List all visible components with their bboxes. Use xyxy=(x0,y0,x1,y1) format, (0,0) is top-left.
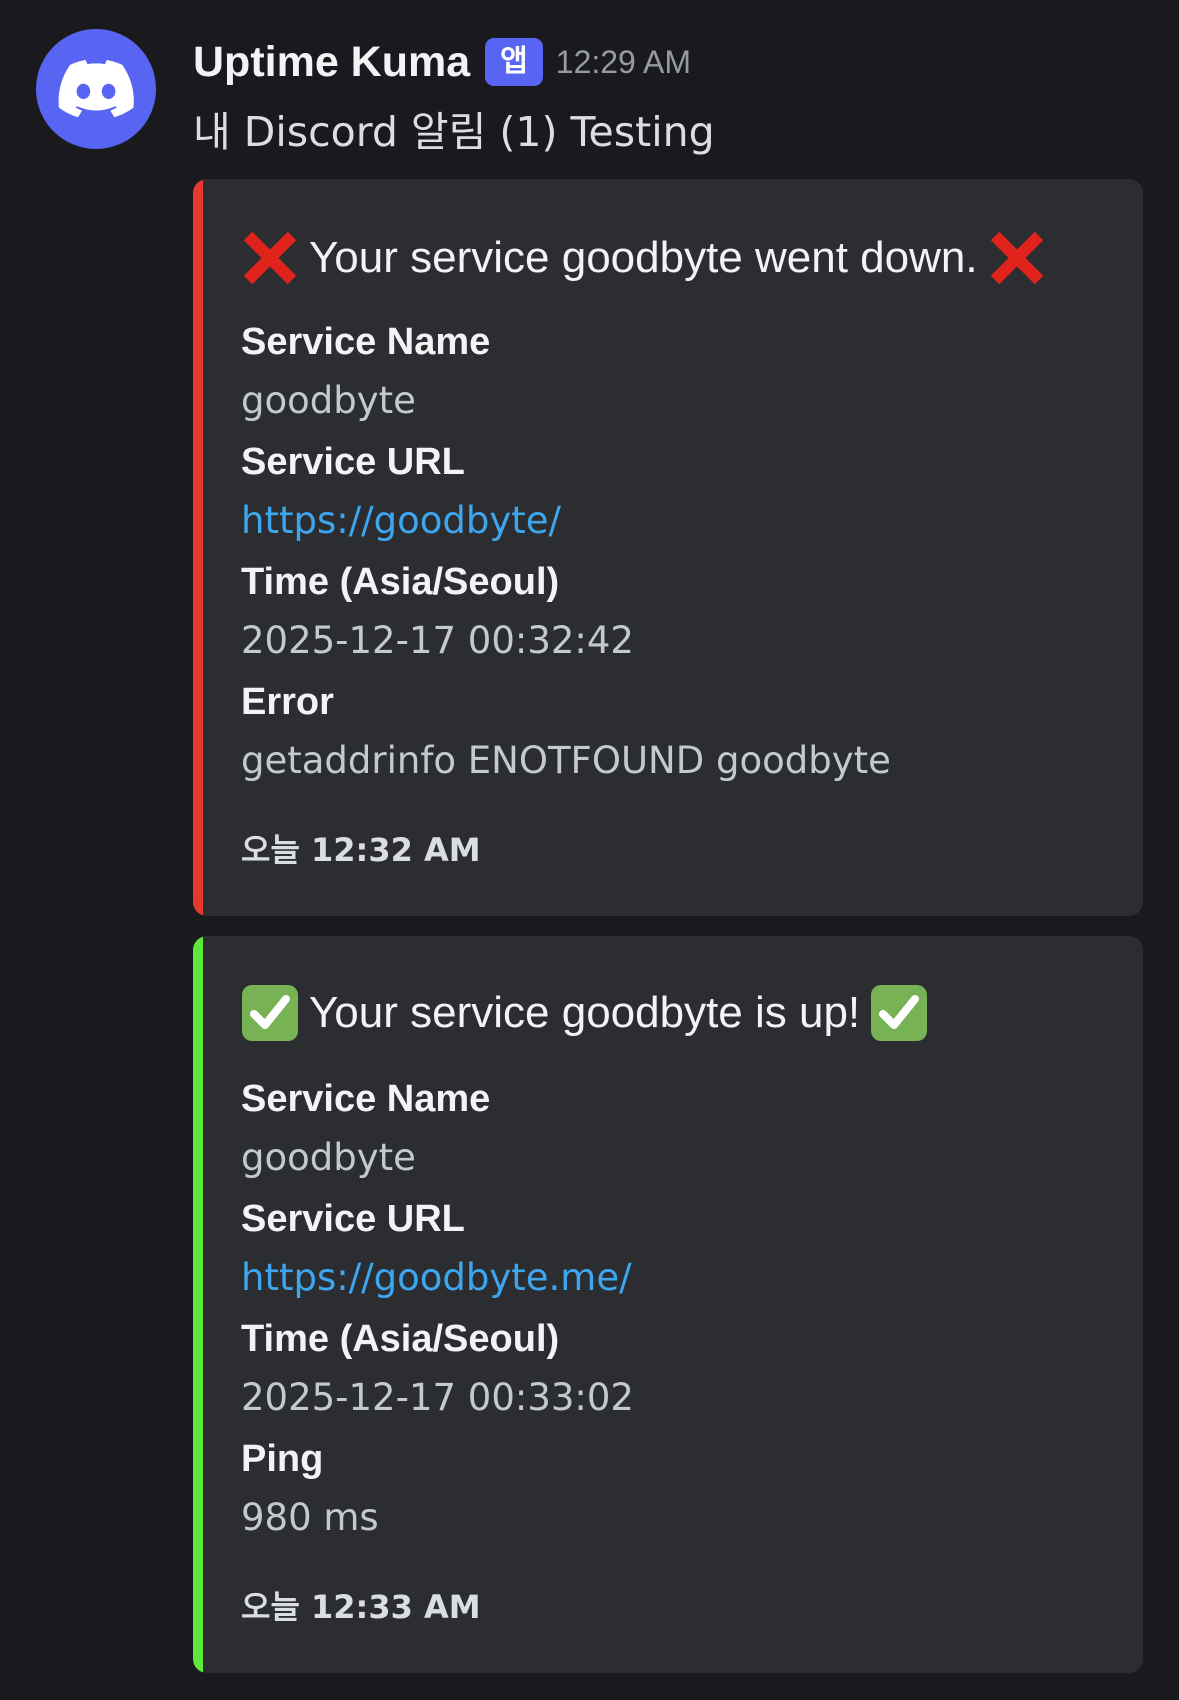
field-value: 980 ms xyxy=(241,1496,379,1539)
field-name: Service URL xyxy=(241,441,465,483)
check-mark-button-icon xyxy=(239,982,301,1044)
field-name: Service Name xyxy=(241,321,491,363)
embed-title-text: Your service goodbyte is up! xyxy=(309,988,861,1037)
service-url-link[interactable]: https://goodbyte.me/ xyxy=(241,1256,632,1299)
embed-title-text: Your service goodbyte went down. xyxy=(309,233,978,282)
check-mark-button-icon xyxy=(868,982,930,1044)
discord-avatar-icon[interactable] xyxy=(36,29,156,149)
field-name: Time (Asia/Seoul) xyxy=(241,561,560,603)
field-value: goodbyte xyxy=(241,379,416,422)
field-value: getaddrinfo ENOTFOUND goodbyte xyxy=(241,739,891,782)
field-name: Service Name xyxy=(241,1078,491,1120)
message-content: 내 Discord 알림 (1) Testing xyxy=(193,108,715,156)
embed-down: Your service goodbyte went down. Service… xyxy=(193,179,1143,916)
field-name: Service URL xyxy=(241,1198,465,1240)
embed-title: Your service goodbyte is up! xyxy=(239,978,930,1048)
embed-footer-timestamp: 오늘 12:32 AM xyxy=(241,831,481,869)
embed-up: Your service goodbyte is up! Service Nam… xyxy=(193,936,1143,1673)
app-badge: 앱 xyxy=(485,38,543,86)
cross-mark-icon xyxy=(986,227,1048,289)
field-name: Time (Asia/Seoul) xyxy=(241,1318,560,1360)
embed-footer-timestamp: 오늘 12:33 AM xyxy=(241,1588,481,1626)
message-timestamp: 12:29 AM xyxy=(555,43,691,80)
message-header: Uptime Kuma 앱 12:29 AM xyxy=(193,34,691,90)
field-value: 2025-12-17 00:33:02 xyxy=(241,1376,634,1419)
service-url-link[interactable]: https://goodbyte/ xyxy=(241,499,561,542)
author-name[interactable]: Uptime Kuma xyxy=(193,38,470,87)
cross-mark-icon xyxy=(239,227,301,289)
field-value: goodbyte xyxy=(241,1136,416,1179)
field-name: Error xyxy=(241,681,334,723)
field-name: Ping xyxy=(241,1438,324,1480)
field-value: 2025-12-17 00:32:42 xyxy=(241,619,634,662)
embed-color-bar xyxy=(193,179,203,916)
embed-title: Your service goodbyte went down. xyxy=(239,223,1048,293)
embed-color-bar xyxy=(193,936,203,1673)
